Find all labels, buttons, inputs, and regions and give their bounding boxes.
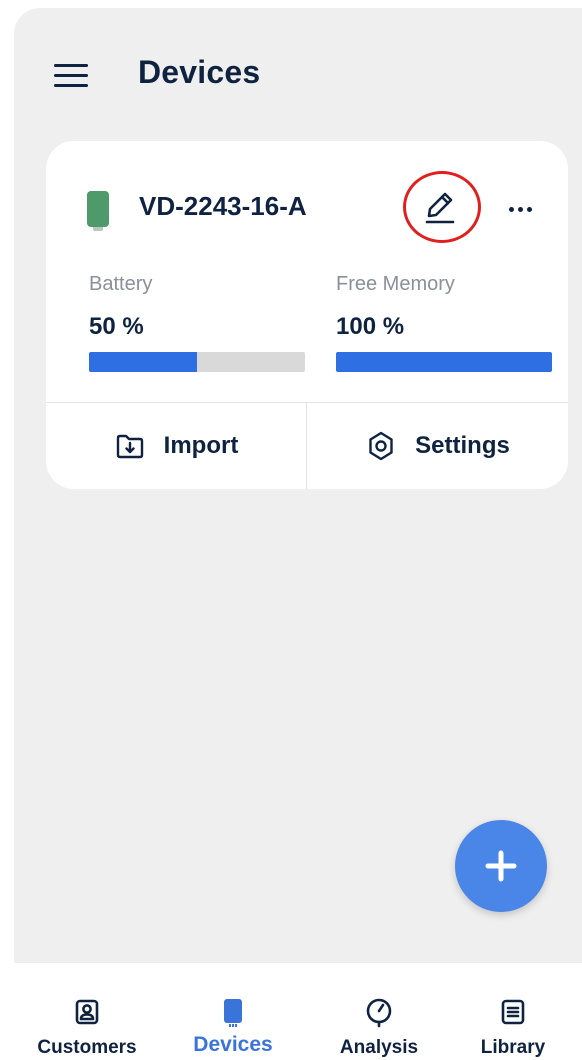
gauge-icon <box>366 998 392 1028</box>
device-name: VD-2243-16-A <box>139 191 307 221</box>
add-device-button[interactable] <box>455 820 547 912</box>
battery-bar-fill <box>89 352 197 372</box>
bottom-nav: Customers Devices Analysis Library <box>0 963 582 1060</box>
battery-value: 50 % <box>89 313 144 340</box>
nav-label-analysis: Analysis <box>339 1037 419 1058</box>
gear-icon <box>369 431 393 461</box>
nav-label-customers: Customers <box>37 1037 137 1058</box>
memory-value: 100 % <box>336 313 405 340</box>
edit-device-button[interactable] <box>418 185 462 229</box>
battery-label: Battery <box>89 273 153 295</box>
page-title: Devices <box>138 54 261 90</box>
nav-label-library: Library <box>480 1037 546 1058</box>
device-icon <box>224 999 242 1027</box>
nav-item-library[interactable]: Library <box>453 963 573 1060</box>
nav-item-customers[interactable]: Customers <box>27 963 147 1060</box>
nav-item-analysis[interactable]: Analysis <box>319 963 439 1060</box>
device-icon <box>87 191 109 231</box>
nav-item-devices[interactable]: Devices <box>173 963 293 1060</box>
settings-button[interactable]: Settings <box>307 403 568 489</box>
plus-icon <box>485 850 517 882</box>
import-label: Import <box>163 432 239 459</box>
document-list-icon <box>501 999 525 1025</box>
settings-label: Settings <box>415 432 510 459</box>
nav-label-devices: Devices <box>193 1033 273 1056</box>
more-horizontal-icon <box>508 206 514 212</box>
battery-bar <box>89 352 305 372</box>
memory-bar-fill <box>336 352 552 372</box>
pencil-icon <box>425 192 455 224</box>
menu-button[interactable] <box>52 58 92 94</box>
app-header: Devices <box>14 8 582 138</box>
devices-screen: Devices VD-2243-16-A Battery 50 % Free M… <box>14 8 582 963</box>
device-card[interactable]: VD-2243-16-A Battery 50 % Free Memory 10… <box>46 141 568 489</box>
more-options-button[interactable] <box>498 191 542 227</box>
contact-card-icon <box>75 999 99 1025</box>
memory-bar <box>336 352 552 372</box>
import-button[interactable]: Import <box>46 403 306 489</box>
hamburger-menu-icon <box>54 64 88 67</box>
memory-label: Free Memory <box>336 273 455 295</box>
folder-download-icon <box>116 434 143 459</box>
